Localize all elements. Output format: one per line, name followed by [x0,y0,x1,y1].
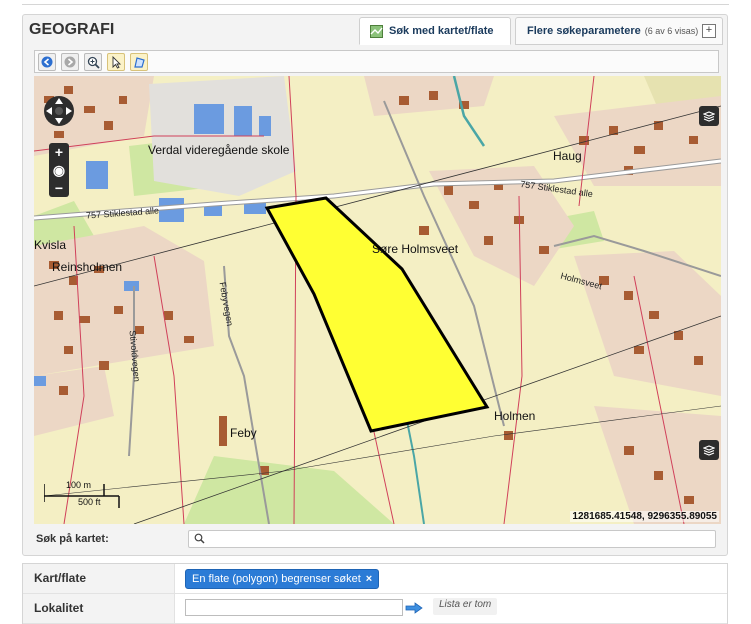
top-divider [22,0,729,5]
map-search-box [188,530,716,548]
criteria-label: Lokalitet [23,594,175,623]
map-icon [370,24,383,38]
place-label: Reinsholmen [52,260,123,274]
place-label: Haug [553,149,582,163]
back-icon[interactable] [38,53,56,71]
remove-chip-icon[interactable]: × [366,573,372,585]
map-search-input[interactable] [209,531,703,547]
layers-icon[interactable] [699,106,719,126]
map-coordinates: 1281685.41548, 9296355.89055 [570,511,719,522]
lokalitet-input[interactable] [185,599,403,616]
place-label: Feby [230,426,257,440]
chip-label: En flate (polygon) begrenser søket [192,573,361,585]
criteria-row-kart: Kart/flate En flate (polygon) begrenser … [23,564,727,594]
zoom-icon[interactable] [84,53,102,71]
plus-icon[interactable]: + [702,24,716,38]
polygon-draw-icon[interactable] [130,53,148,71]
arrow-right-icon[interactable] [403,599,425,616]
map-canvas[interactable]: Verdal videregående skole Haug Kvisla Re… [34,76,721,524]
zoom-in-icon[interactable]: + [49,143,69,161]
place-label: Søre Holmsveet [372,242,459,256]
tab-map-search[interactable]: Søk med kartet/flate [359,17,511,45]
place-label: Kvisla [34,238,67,252]
map-toolbar [34,50,719,73]
map-graphics [34,76,721,524]
globe-icon[interactable]: ◉ [49,161,69,179]
layers-icon[interactable] [699,440,719,460]
map-search-label: Søk på kartet: [36,533,109,545]
geografi-panel: GEOGRAFI Søk med kartet/flate Flere søke… [22,14,728,556]
empty-list-note: Lista er tom [433,598,498,615]
criteria-label: Kart/flate [23,564,175,593]
zoom-out-icon[interactable]: − [49,179,69,197]
place-label: Verdal videregående skole [148,143,290,157]
tab-more-params-label: Flere søkeparametere [527,25,641,37]
tab-more-params[interactable]: Flere søkeparametere (6 av 6 visas) + [515,17,723,45]
tab-more-params-count: (6 av 6 visas) [644,26,699,36]
place-label: Holmen [494,409,536,423]
panel-title: GEOGRAFI [29,21,115,38]
criteria-row-lokalitet: Lokalitet Lista er tom [23,594,727,624]
polygon-filter-chip[interactable]: En flate (polygon) begrenser søket × [185,569,380,589]
map-scale: 100 m 500 ft [44,480,124,510]
pointer-icon[interactable] [107,53,125,71]
scale-imperial: 500 ft [78,497,101,507]
pan-icon[interactable] [41,93,77,129]
tab-map-search-label: Søk med kartet/flate [389,25,494,37]
forward-icon[interactable] [61,53,79,71]
search-icon [194,533,205,544]
search-criteria: Kart/flate En flate (polygon) begrenser … [22,563,728,624]
map-search-row: Søk på kartet: [34,528,721,552]
zoom-control: + ◉ − [49,143,69,197]
